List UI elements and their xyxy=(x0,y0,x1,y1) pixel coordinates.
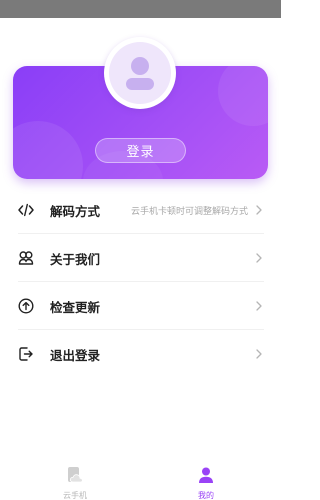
menu-item-label: 退出登录 xyxy=(50,347,101,363)
menu-item-logout[interactable]: 退出登录 xyxy=(18,330,264,378)
login-button[interactable]: 登录 xyxy=(95,138,186,163)
logout-icon xyxy=(18,346,34,362)
chevron-right-icon xyxy=(256,205,264,215)
tab-mine[interactable]: 我的 xyxy=(176,466,236,500)
tab-label: 云手机 xyxy=(63,491,87,500)
user-head-icon xyxy=(131,57,149,75)
menu-item-about[interactable]: 关于我们 xyxy=(18,234,264,282)
people-icon xyxy=(18,250,34,266)
code-icon xyxy=(18,202,34,218)
menu-item-hint: 云手机卡顿时可调整解码方式 xyxy=(130,206,248,217)
chevron-right-icon xyxy=(256,301,264,311)
profile-page: 登录 解码方式 云手机卡顿时可调整解码方式 关于我们 检查更新 退出登录 xyxy=(0,18,281,500)
chevron-right-icon xyxy=(256,349,264,359)
menu-item-decode[interactable]: 解码方式 云手机卡顿时可调整解码方式 xyxy=(18,186,264,234)
cloud-phone-icon xyxy=(66,466,84,488)
avatar[interactable] xyxy=(104,37,176,109)
tab-cloud-phone[interactable]: 云手机 xyxy=(45,466,105,500)
bottom-tab-bar: 云手机 我的 xyxy=(0,460,281,500)
menu-item-check-update[interactable]: 检查更新 xyxy=(18,282,264,330)
update-icon xyxy=(18,298,34,314)
tab-label: 我的 xyxy=(198,491,214,500)
user-icon xyxy=(197,466,215,488)
card-decoration xyxy=(218,66,268,126)
card-decoration xyxy=(13,121,83,179)
status-bar xyxy=(0,0,281,18)
menu-item-label: 解码方式 xyxy=(50,203,101,219)
user-body-icon xyxy=(126,78,154,90)
chevron-right-icon xyxy=(256,253,264,263)
avatar-placeholder xyxy=(109,42,171,104)
menu-item-label: 检查更新 xyxy=(50,299,101,315)
menu-item-label: 关于我们 xyxy=(50,251,101,267)
